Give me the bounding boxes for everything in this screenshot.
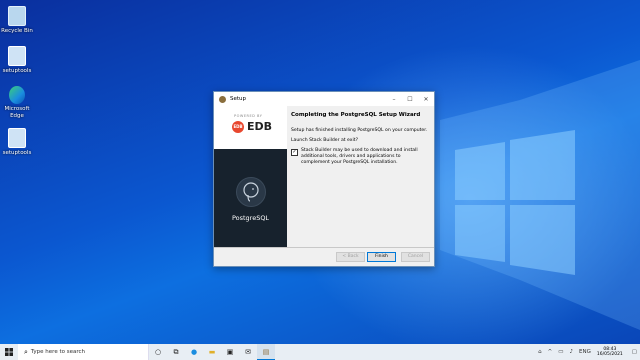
setup-wizard-window: Setup – ☐ ✕ POWERED BY EDB EDB PostgreSQ… <box>213 91 435 267</box>
maximize-icon[interactable]: ☐ <box>402 96 418 103</box>
wizard-content: Completing the PostgreSQL Setup Wizard S… <box>291 112 429 166</box>
postgresql-elephant-icon <box>236 177 266 207</box>
desktop-icon-label: setuptools <box>2 68 32 74</box>
desktop-icon-label: Microsoft Edge <box>4 106 30 119</box>
wizard-side-panel: POWERED BY EDB EDB PostgreSQL <box>214 106 287 247</box>
title-bar[interactable]: Setup – ☐ ✕ <box>214 92 434 106</box>
edge-taskbar-icon[interactable]: ● <box>185 344 203 360</box>
wizard-heading: Completing the PostgreSQL Setup Wizard <box>291 112 421 118</box>
close-icon[interactable]: ✕ <box>418 96 434 103</box>
cortana-icon[interactable]: ○ <box>149 344 167 360</box>
search-placeholder: Type here to search <box>30 349 85 355</box>
clock[interactable]: 08:43 16/05/2021 <box>597 347 623 357</box>
search-icon: ⌕ <box>24 347 28 356</box>
edb-wordmark: EDB <box>247 120 273 133</box>
desktop-background: Recycle Bin setuptools Microsoft Edge se… <box>0 0 640 344</box>
stack-builder-label: Stack Builder may be used to download an… <box>301 148 418 165</box>
stack-builder-option[interactable]: ✓ Stack Builder may be used to download … <box>291 148 429 166</box>
postgresql-panel: PostgreSQL <box>214 149 287 247</box>
desktop-icon-label: setuptools <box>2 150 32 156</box>
system-tray: ⌂ ^ ▭ ♪ ENG 08:43 16/05/2021 ▢ <box>535 344 640 360</box>
back-button[interactable]: < Back <box>336 252 365 262</box>
taskbar-search-box[interactable]: ⌕ Type here to search <box>18 344 149 360</box>
task-view-icon[interactable]: ⧉ <box>167 344 185 360</box>
postgresql-label: PostgreSQL <box>231 214 270 222</box>
minimize-icon[interactable]: – <box>386 96 402 103</box>
mail-icon[interactable]: ✉ <box>239 344 257 360</box>
recycle-bin-icon[interactable]: Recycle Bin <box>0 6 34 35</box>
volume-icon[interactable]: ♪ <box>569 349 573 355</box>
setuptools-icon[interactable]: setuptools <box>0 128 34 157</box>
chevron-up-icon[interactable]: ^ <box>548 349 553 355</box>
clock-date: 16/05/2021 <box>596 352 623 357</box>
store-icon[interactable]: ▣ <box>221 344 239 360</box>
edb-logo-icon: EDB <box>232 121 244 133</box>
network-icon[interactable]: ▭ <box>558 349 563 355</box>
launch-question: Launch Stack Builder at exit? <box>291 138 359 143</box>
taskbar: ⌕ Type here to search ○ ⧉ ● ▬ ▣ ✉ ▤ ⌂ ^ … <box>0 344 640 360</box>
people-icon[interactable]: ⌂ <box>538 349 542 355</box>
desktop-icon-label: Recycle Bin <box>1 28 33 34</box>
button-separator <box>214 247 434 248</box>
setup-app-icon <box>219 95 226 103</box>
setuptools-icon[interactable]: setuptools <box>0 46 34 75</box>
language-indicator[interactable]: ENG <box>579 349 591 355</box>
file-explorer-icon[interactable]: ▬ <box>203 344 221 360</box>
setup-taskbar-icon[interactable]: ▤ <box>257 344 275 360</box>
finish-button[interactable]: Finish <box>367 252 396 262</box>
powered-by-text: POWERED BY <box>234 114 263 118</box>
edge-icon[interactable]: Microsoft Edge <box>0 86 34 119</box>
edb-branding: POWERED BY EDB EDB <box>214 106 287 149</box>
stack-builder-checkbox[interactable]: ✓ <box>291 149 298 156</box>
window-title: Setup <box>230 96 247 102</box>
cancel-button[interactable]: Cancel <box>401 252 430 262</box>
windows-start-icon <box>5 348 13 356</box>
notifications-icon[interactable]: ▢ <box>632 349 637 355</box>
finished-text: Setup has finished installing PostgreSQL… <box>291 128 428 133</box>
start-button[interactable] <box>0 344 18 360</box>
